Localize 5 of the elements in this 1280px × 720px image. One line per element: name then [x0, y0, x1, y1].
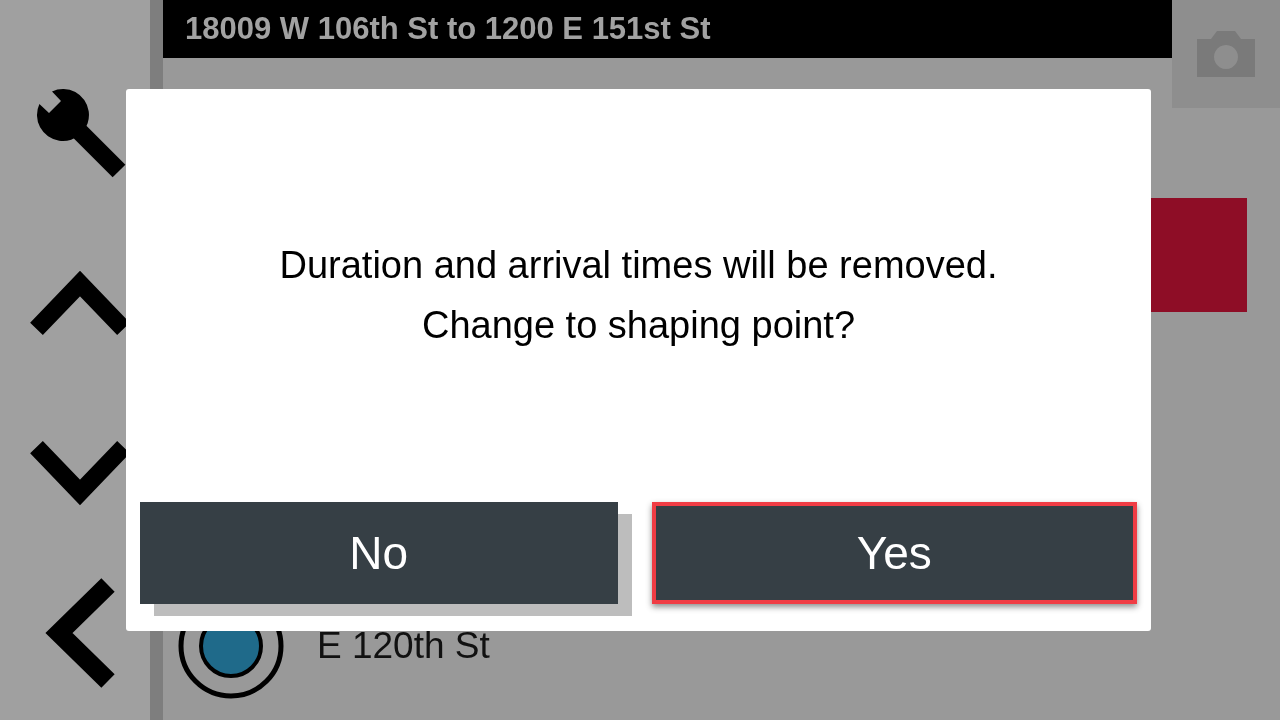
chevron-left-icon	[45, 578, 115, 688]
dialog-button[interactable]: Yes	[651, 502, 1137, 604]
dialog-message: Duration and arrival times will be removed. Change to shaping point?	[278, 243, 999, 348]
route-title: 18009 W 106th St to 1200 E 151st St	[163, 0, 1172, 58]
stop-name: E 120th St	[317, 625, 490, 667]
